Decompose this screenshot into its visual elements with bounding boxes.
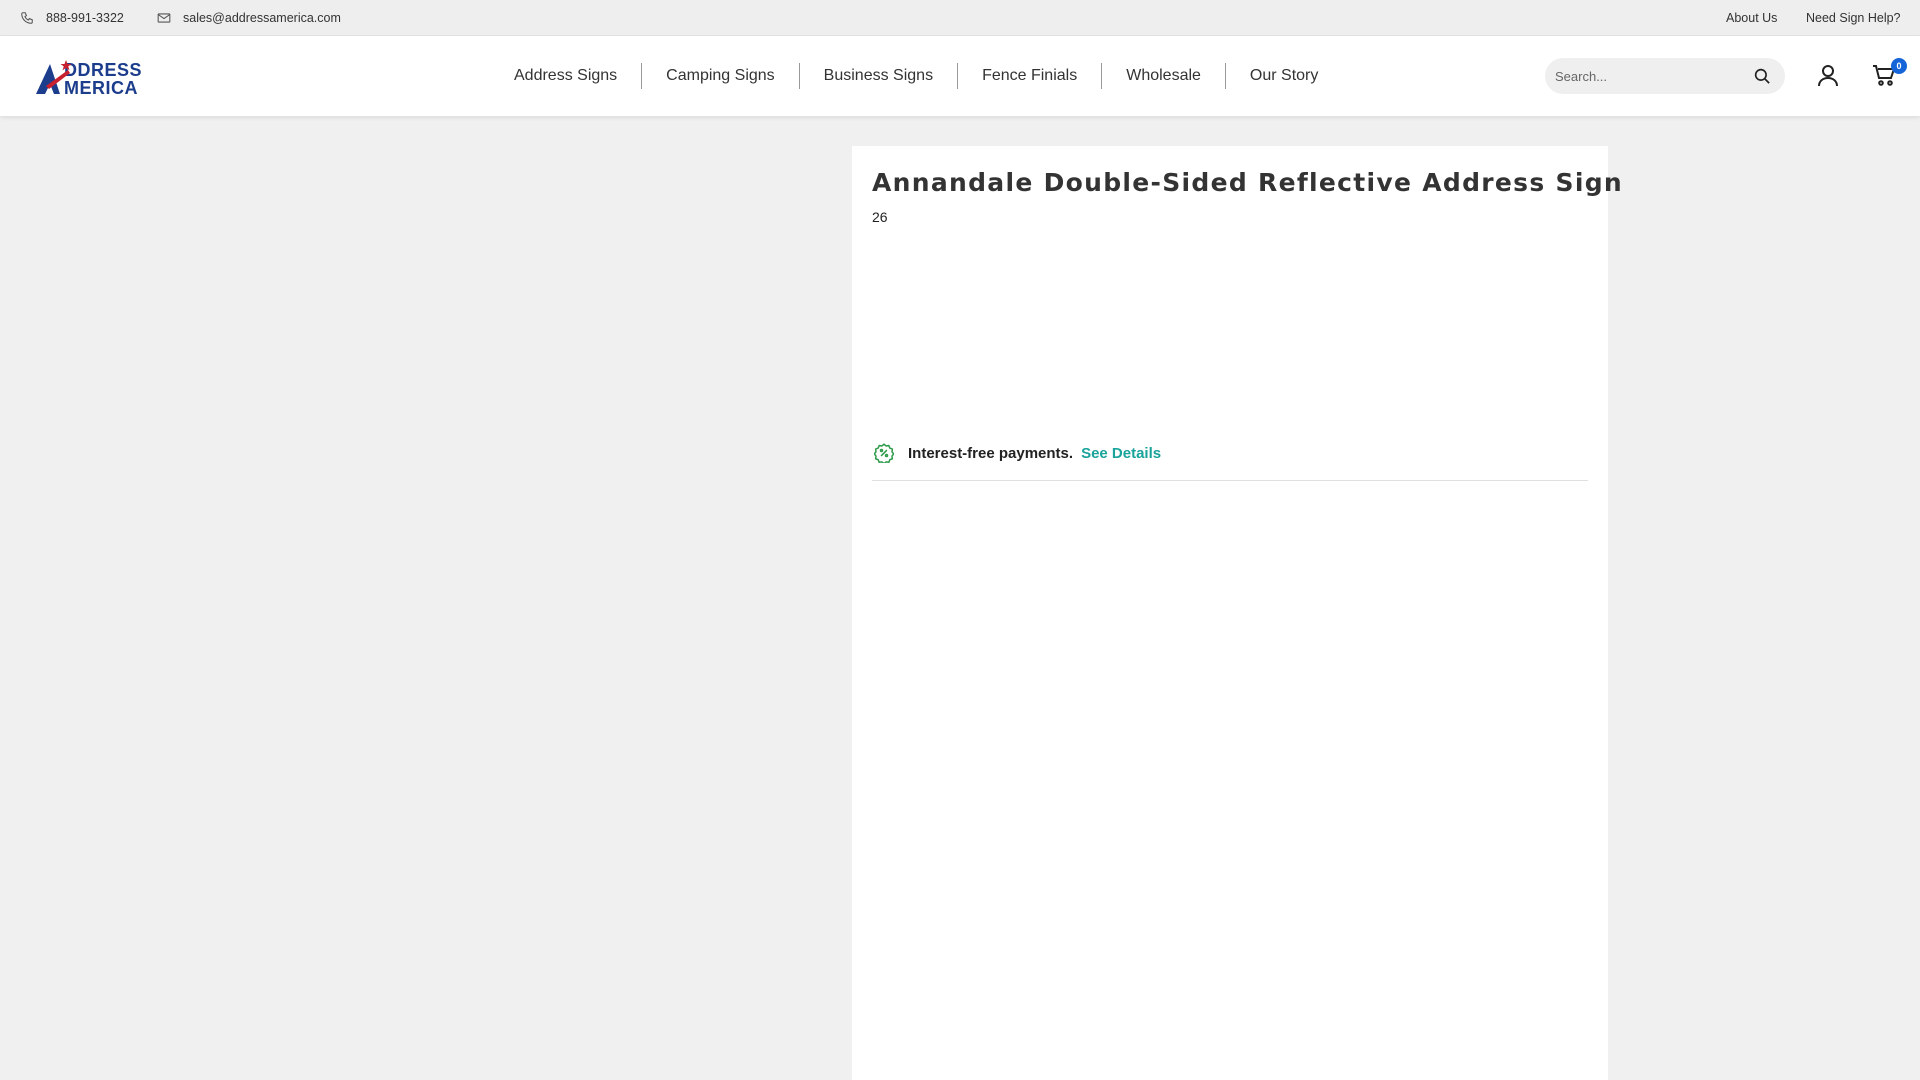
product-subtext: 26 [872,209,888,225]
phone-link[interactable]: 888-991-3322 [20,0,124,36]
address-america-logo[interactable]: DDRESS MERICA [36,56,176,98]
product-details-panel: Annandale Double-Sided Reflective Addres… [852,146,1622,1080]
site-header: DDRESS MERICA Address Signs Camping Sign… [0,36,1920,116]
phone-number: 888-991-3322 [46,11,124,25]
mail-icon [157,13,171,23]
product-title: Annandale Double-Sided Reflective Addres… [872,168,1624,197]
svg-text:MERICA: MERICA [64,78,138,98]
search-box [1545,58,1785,94]
email-link[interactable]: sales@addressamerica.com [157,0,341,36]
email-address: sales@addressamerica.com [183,11,341,25]
nav-fence-finials[interactable]: Fence Finials [958,67,1101,85]
cart-count-badge: 0 [1891,58,1907,74]
about-us-link[interactable]: About Us [1726,0,1777,36]
need-sign-help-link[interactable]: Need Sign Help? [1806,0,1901,36]
nav-address-signs[interactable]: Address Signs [490,67,641,85]
payments-text: Interest-free payments. [908,444,1074,462]
main-navigation: Address Signs Camping Signs Business Sig… [490,36,1342,116]
search-icon[interactable] [1753,67,1771,85]
see-details-link[interactable]: See Details [1081,445,1161,462]
nav-wholesale[interactable]: Wholesale [1102,67,1225,85]
nav-camping-signs[interactable]: Camping Signs [642,67,799,85]
nav-business-signs[interactable]: Business Signs [800,67,957,85]
user-account-icon[interactable] [1816,63,1840,87]
search-input[interactable] [1555,58,1745,94]
svg-text:DDRESS: DDRESS [64,60,142,80]
interest-free-payments: Interest-free payments. See Details [874,442,1161,464]
phone-icon [21,12,33,24]
top-utility-bar: 888-991-3322 sales@addressamerica.com Ab… [0,0,1920,36]
percent-badge-icon [874,443,894,463]
nav-our-story[interactable]: Our Story [1226,67,1342,85]
section-divider [872,480,1588,481]
